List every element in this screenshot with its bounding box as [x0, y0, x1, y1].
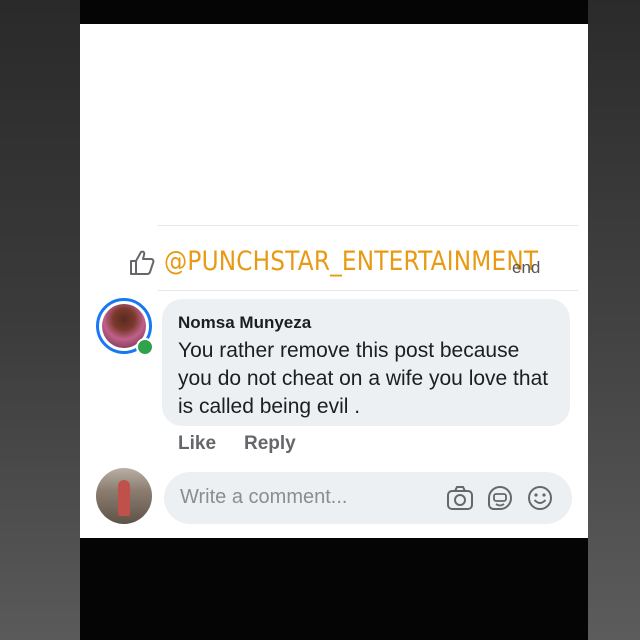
post-card: @PUNCHSTAR_ENTERTAINMENT end Nomsa Munye…: [80, 24, 588, 538]
send-label[interactable]: end: [512, 258, 540, 278]
comment-text: You rather remove this post because you …: [178, 339, 549, 418]
comment-bubble: Nomsa Munyeza You rather remove this pos…: [162, 299, 570, 426]
comment-like-button[interactable]: Like: [178, 433, 216, 455]
top-black-bar: [80, 0, 588, 24]
comment-reply-button[interactable]: Reply: [244, 433, 296, 455]
camera-icon[interactable]: [446, 484, 474, 512]
avatar-figure: [118, 480, 130, 516]
post-actions-row: @PUNCHSTAR_ENTERTAINMENT end: [124, 236, 574, 286]
comment-input[interactable]: Write a comment...: [164, 472, 572, 524]
watermark-text: @PUNCHSTAR_ENTERTAINMENT: [164, 246, 539, 277]
like-icon[interactable]: [128, 248, 156, 276]
bottom-black-bar: [80, 538, 588, 640]
right-border: [588, 0, 640, 640]
gif-sticker-icon[interactable]: [486, 484, 514, 512]
divider: [158, 225, 578, 226]
comment-input-placeholder: Write a comment...: [180, 486, 348, 508]
divider: [158, 290, 578, 291]
emoji-icon[interactable]: [526, 484, 554, 512]
current-user-avatar[interactable]: [96, 468, 152, 524]
online-status-icon: [136, 338, 154, 356]
left-border: [0, 0, 80, 640]
comment-author[interactable]: Nomsa Munyeza: [178, 313, 311, 333]
redacted-post-area: [80, 24, 588, 224]
